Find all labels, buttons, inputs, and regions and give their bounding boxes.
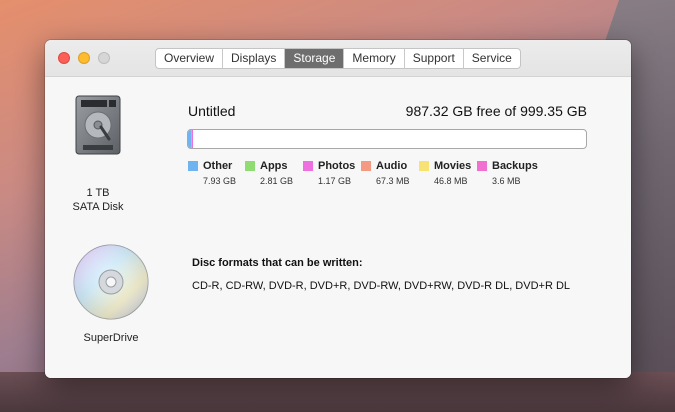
legend-swatch bbox=[477, 160, 487, 171]
tab-storage[interactable]: Storage bbox=[285, 49, 345, 68]
disk-label: 1 TB SATA Disk bbox=[63, 186, 133, 214]
legend-size: 46.8 MB bbox=[434, 176, 468, 186]
legend-swatch bbox=[245, 160, 255, 171]
legend-item-apps: Apps 2.81 GB bbox=[245, 159, 303, 186]
volume-free-space: 987.32 GB free of 999.35 GB bbox=[405, 103, 587, 119]
tab-displays[interactable]: Displays bbox=[223, 49, 286, 68]
disk-capacity: 1 TB bbox=[86, 187, 110, 199]
legend-name: Movies bbox=[434, 159, 472, 172]
legend-size: 67.3 MB bbox=[376, 176, 410, 186]
legend-size: 3.6 MB bbox=[492, 176, 521, 186]
tab-memory[interactable]: Memory bbox=[344, 49, 405, 68]
legend-item-photos: Photos 1.17 GB bbox=[303, 159, 361, 186]
optical-disc-icon bbox=[73, 244, 149, 320]
wallpaper-foreground bbox=[0, 372, 675, 412]
hard-disk-icon bbox=[75, 95, 121, 155]
legend-item-movies: Movies 46.8 MB bbox=[419, 159, 477, 186]
legend-item-backups: Backups 3.6 MB bbox=[477, 159, 547, 186]
tab-service[interactable]: Service bbox=[464, 49, 520, 68]
legend-size: 1.17 GB bbox=[318, 176, 352, 186]
legend-name: Apps bbox=[260, 159, 288, 172]
about-this-mac-window: Overview Displays Storage Memory Support… bbox=[45, 40, 631, 378]
minimize-button[interactable] bbox=[78, 52, 90, 64]
legend-swatch bbox=[188, 160, 198, 171]
legend-name: Photos bbox=[318, 159, 356, 172]
legend-name: Other bbox=[203, 159, 233, 172]
legend-item-audio: Audio 67.3 MB bbox=[361, 159, 419, 186]
tab-overview[interactable]: Overview bbox=[156, 49, 224, 68]
legend-size: 7.93 GB bbox=[203, 176, 237, 186]
legend-name: Backups bbox=[492, 159, 538, 172]
tab-bar: Overview Displays Storage Memory Support… bbox=[155, 48, 521, 69]
close-button[interactable] bbox=[58, 52, 70, 64]
legend-size: 2.81 GB bbox=[260, 176, 294, 186]
storage-panel: 1 TB SATA Disk Untitled 987.32 GB free o… bbox=[45, 76, 631, 378]
volume-name: Untitled bbox=[188, 103, 236, 119]
disk-type: SATA Disk bbox=[72, 201, 124, 213]
zoom-button[interactable] bbox=[98, 52, 110, 64]
legend-name: Audio bbox=[376, 159, 408, 172]
storage-usage-bar[interactable] bbox=[187, 129, 587, 149]
legend-item-other: Other 7.93 GB bbox=[188, 159, 245, 186]
title-bar[interactable]: Overview Displays Storage Memory Support… bbox=[45, 40, 631, 76]
legend-swatch bbox=[419, 160, 429, 171]
disc-formats-list: CD-R, CD-RW, DVD-R, DVD+R, DVD-RW, DVD+R… bbox=[192, 280, 571, 292]
tab-support[interactable]: Support bbox=[405, 49, 464, 68]
legend-swatch bbox=[303, 160, 313, 171]
superdrive-label: SuperDrive bbox=[83, 332, 139, 344]
legend-swatch bbox=[361, 160, 371, 171]
storage-legend: Other 7.93 GB Apps 2.81 GB Photos 1.17 G… bbox=[188, 159, 547, 186]
disc-formats-title: Disc formats that can be written: bbox=[192, 257, 363, 269]
